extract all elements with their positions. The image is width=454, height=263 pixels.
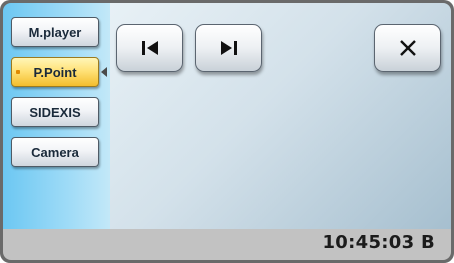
sidebar: M.player P.Point SIDEXIS Camera	[3, 3, 110, 229]
skip-next-icon	[220, 41, 237, 55]
skip-previous-icon	[141, 41, 158, 55]
sidebar-item-label: Camera	[31, 144, 79, 160]
sidebar-item-sidexis[interactable]: SIDEXIS	[11, 97, 99, 127]
sidebar-item-camera[interactable]: Camera	[11, 137, 99, 167]
previous-button[interactable]	[116, 24, 183, 72]
sidebar-item-label: M.player	[28, 24, 82, 40]
sidebar-item-label: SIDEXIS	[29, 104, 81, 120]
status-bar: 10:45:03 B	[3, 229, 451, 260]
active-indicator-dot	[16, 70, 20, 74]
sidebar-item-p-point[interactable]: P.Point	[11, 57, 99, 87]
main-panel	[110, 3, 451, 229]
sidebar-item-label: P.Point	[33, 64, 77, 80]
close-button[interactable]	[374, 24, 441, 72]
active-pointer-icon	[101, 67, 107, 77]
clock-display: 10:45:03 B	[322, 232, 435, 253]
sidebar-item-m-player[interactable]: M.player	[11, 17, 99, 47]
next-button[interactable]	[195, 24, 262, 72]
close-icon	[399, 40, 416, 56]
app-screen: M.player P.Point SIDEXIS Camera 10:45:03…	[0, 0, 454, 263]
